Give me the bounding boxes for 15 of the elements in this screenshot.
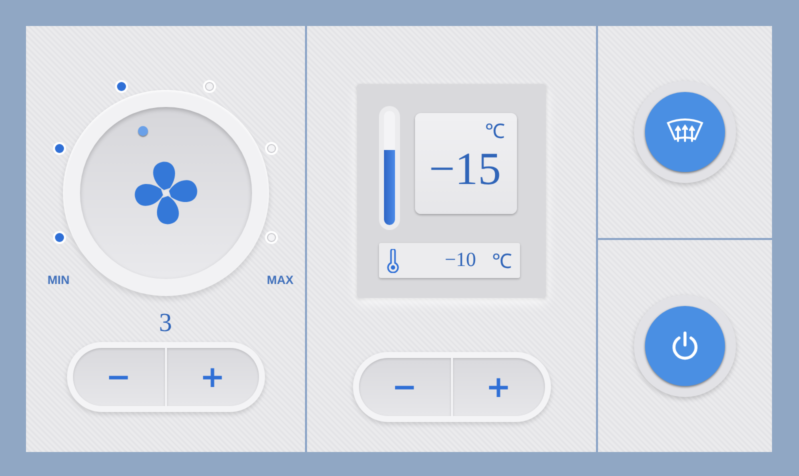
setpoint-value: −15 [429, 146, 501, 192]
defrost-button[interactable] [645, 92, 725, 172]
knob-pointer-dot [138, 126, 148, 136]
min-label: MIN [48, 273, 70, 287]
fan-speed-value: 3 [159, 308, 172, 338]
decrease-button[interactable]: − [358, 358, 450, 416]
increase-button[interactable]: + [452, 358, 544, 416]
decrease-button[interactable]: − [72, 348, 164, 406]
outside-temperature-value: −10 [444, 249, 476, 272]
unit-label: ℃ [485, 120, 505, 144]
increase-button[interactable]: + [166, 348, 258, 406]
power-button[interactable] [645, 306, 725, 386]
unit-label: ℃ [492, 250, 512, 274]
max-label: MAX [266, 273, 294, 287]
thermometer-icon [387, 248, 399, 272]
